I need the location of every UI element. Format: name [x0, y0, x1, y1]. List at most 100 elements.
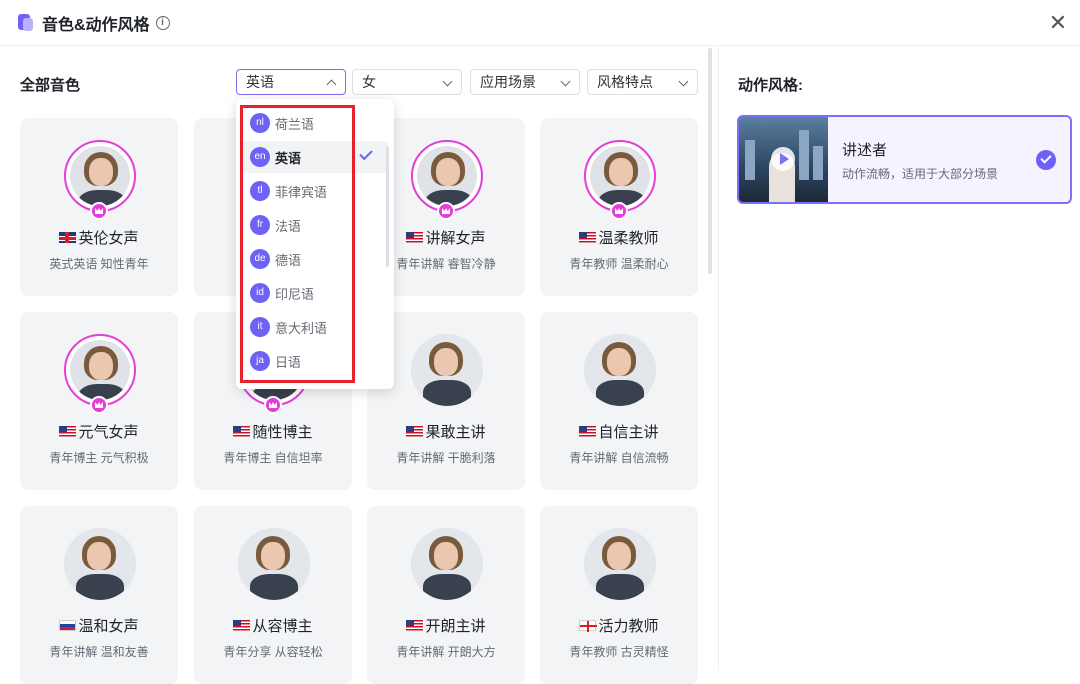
avatar [584, 528, 656, 600]
language-label: 法语 [275, 218, 302, 234]
crown-badge-icon [264, 396, 282, 414]
voice-desc: 青年讲解 开朗大方 [396, 645, 496, 659]
avatar [238, 528, 310, 600]
language-code-badge: en [250, 147, 270, 167]
flag-icon [579, 620, 598, 632]
language-label: 印尼语 [275, 286, 315, 302]
language-code-badge: ja [250, 351, 270, 371]
dialog-title: 音色&动作风格 [42, 16, 150, 34]
voice-name: 温和女声 [20, 615, 178, 636]
voice-card[interactable]: 温柔教师青年教师 温柔耐心 [540, 118, 698, 296]
scene-filter[interactable]: 应用场景 [470, 69, 580, 95]
avatar [584, 334, 656, 406]
avatar [64, 528, 136, 600]
motion-style-card[interactable]: 讲述者 动作流畅，适用于大部分场景 [737, 115, 1072, 204]
language-filter[interactable]: 英语 [236, 69, 346, 95]
voice-card[interactable]: 从容博主青年分享 从容轻松 [194, 506, 352, 684]
style-filter[interactable]: 风格特点 [587, 69, 698, 95]
language-code-badge: tl [250, 181, 270, 201]
style-name: 讲述者 [842, 142, 888, 159]
voice-name: 温柔教师 [540, 227, 698, 248]
voice-name: 随性博主 [194, 421, 352, 442]
info-icon[interactable]: i [155, 15, 170, 30]
flag-icon [233, 620, 251, 631]
language-option[interactable]: de 德语 [242, 243, 388, 275]
style-thumbnail [739, 117, 828, 202]
voice-desc: 青年博主 元气积极 [49, 451, 149, 465]
language-code-badge: nl [250, 113, 270, 133]
voice-name: 元气女声 [20, 421, 178, 442]
voice-desc: 青年分享 从容轻松 [223, 645, 323, 659]
panel-divider [718, 46, 719, 670]
voice-style-icon [18, 13, 34, 32]
language-label: 意大利语 [275, 320, 328, 336]
language-dropdown: nl 荷兰语 en 英语 tl 菲律宾语 fr 法语 de 德语 id 印尼语 it 意大利语 ja 日语 [236, 99, 394, 389]
language-option[interactable]: en 英语 [242, 141, 388, 173]
language-label: 日语 [275, 354, 302, 370]
avatar [411, 334, 483, 406]
language-code-badge: de [250, 249, 270, 269]
language-option[interactable]: nl 荷兰语 [242, 107, 388, 139]
flag-icon [579, 426, 597, 437]
dialog-header: 音色&动作风格 i ✕ [0, 0, 1080, 46]
voice-card[interactable]: 温和女声青年讲解 温和友善 [20, 506, 178, 684]
language-option[interactable]: tl 菲律宾语 [242, 175, 388, 207]
voice-card[interactable]: 开朗主讲青年讲解 开朗大方 [367, 506, 525, 684]
voice-desc: 青年讲解 温和友善 [49, 645, 149, 659]
voice-name: 开朗主讲 [367, 615, 525, 636]
chevron-up-icon [326, 79, 337, 90]
voice-name: 自信主讲 [540, 421, 698, 442]
chevron-down-icon [442, 76, 453, 87]
language-label: 英语 [275, 150, 302, 166]
motion-style-title: 动作风格: [738, 77, 803, 94]
language-label: 菲律宾语 [275, 184, 328, 200]
language-label: 德语 [275, 252, 302, 268]
language-option[interactable]: it 意大利语 [242, 311, 388, 343]
language-option[interactable]: ja 日语 [242, 345, 388, 377]
language-option[interactable]: id 印尼语 [242, 277, 388, 309]
flag-icon [59, 232, 77, 243]
voice-desc: 青年教师 古灵精怪 [569, 645, 669, 659]
language-code-badge: it [250, 317, 270, 337]
voice-card[interactable]: 活力教师青年教师 古灵精怪 [540, 506, 698, 684]
gender-filter[interactable]: 女 [352, 69, 462, 95]
play-icon[interactable] [771, 147, 795, 171]
voice-desc: 青年讲解 干脆利落 [396, 451, 496, 465]
voice-name: 从容博主 [194, 615, 352, 636]
dropdown-scrollbar[interactable] [386, 147, 389, 267]
voice-desc: 青年讲解 自信流畅 [569, 451, 669, 465]
voice-desc: 青年博主 自信坦率 [223, 451, 323, 465]
check-icon [359, 146, 373, 161]
section-title: 全部音色 [20, 77, 81, 94]
style-desc: 动作流畅，适用于大部分场景 [842, 167, 999, 181]
chevron-down-icon [560, 76, 571, 87]
close-icon[interactable]: ✕ [1044, 9, 1072, 37]
voice-card[interactable]: 英伦女声英式英语 知性青年 [20, 118, 178, 296]
flag-icon [579, 232, 597, 243]
chevron-down-icon [678, 76, 689, 87]
flag-icon [406, 232, 424, 243]
check-circle-icon [1036, 150, 1056, 170]
language-option[interactable]: fr 法语 [242, 209, 388, 241]
flag-icon [59, 620, 77, 631]
crown-badge-icon [610, 202, 628, 220]
flag-icon [406, 620, 424, 631]
crown-badge-icon [90, 202, 108, 220]
language-code-badge: id [250, 283, 270, 303]
voice-card[interactable]: 元气女声青年博主 元气积极 [20, 312, 178, 490]
flag-icon [406, 426, 424, 437]
crown-badge-icon [437, 202, 455, 220]
voice-name: 活力教师 [540, 615, 698, 636]
avatar [411, 528, 483, 600]
flag-icon [59, 426, 77, 437]
voice-name: 英伦女声 [20, 227, 178, 248]
voice-scrollbar[interactable] [708, 48, 712, 274]
voice-card[interactable]: 自信主讲青年讲解 自信流畅 [540, 312, 698, 490]
language-label: 荷兰语 [275, 116, 315, 132]
language-code-badge: fr [250, 215, 270, 235]
crown-badge-icon [90, 396, 108, 414]
voice-desc: 青年教师 温柔耐心 [569, 257, 669, 271]
voice-desc: 英式英语 知性青年 [49, 257, 149, 271]
voice-name: 果敢主讲 [367, 421, 525, 442]
flag-icon [233, 426, 251, 437]
